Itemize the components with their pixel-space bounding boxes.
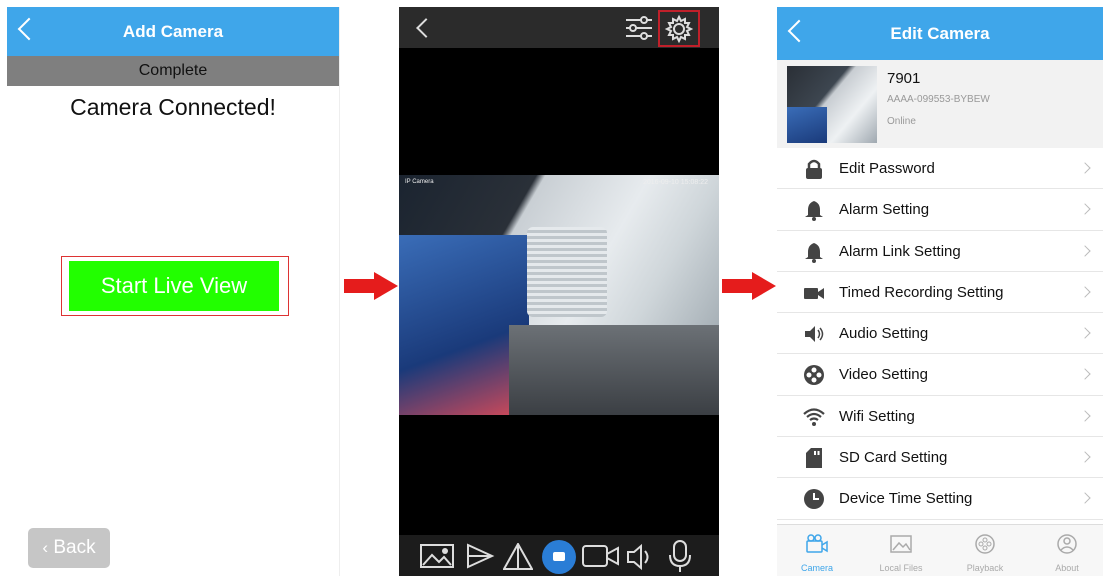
wifi-icon — [803, 408, 825, 426]
tab-about[interactable]: About — [1037, 525, 1097, 576]
snapshot-icon[interactable] — [542, 540, 576, 574]
camera-status: Online — [887, 116, 916, 127]
lock-icon — [806, 159, 822, 179]
chevron-right-icon — [1079, 368, 1091, 381]
chevron-right-icon — [1079, 162, 1091, 174]
menu-item-label: Wifi Setting — [839, 407, 915, 425]
menu-item-label: Alarm Setting — [839, 201, 930, 219]
bottom-tab-bar: Camera Local Files Playback About — [777, 524, 1103, 576]
tab-label: Playback — [966, 563, 1004, 573]
back-button[interactable]: ‹ Back — [28, 528, 110, 568]
menu-item-device-time-setting[interactable]: Device Time Setting — [777, 478, 1103, 520]
tab-local-files[interactable]: Local Files — [871, 525, 931, 576]
menu-item-label: Device Time Setting — [839, 490, 973, 508]
chevron-right-icon — [1079, 410, 1091, 422]
tab-label: Local Files — [879, 563, 923, 573]
camera-thumbnail — [787, 66, 877, 143]
mirror-flip-icon[interactable] — [465, 543, 495, 569]
add-camera-screen: Add Camera Complete Camera Connected! St… — [7, 7, 340, 576]
menu-item-label: Video Setting — [839, 366, 928, 384]
menu-item-timed-recording-setting[interactable]: Timed Recording Setting — [777, 272, 1103, 314]
menu-item-label: Alarm Link Setting — [839, 242, 961, 260]
chevron-right-icon — [1079, 492, 1091, 505]
speaker-icon — [805, 326, 824, 343]
chevron-right-icon — [1079, 203, 1091, 215]
tab-label: About — [1055, 563, 1079, 573]
film-reel-icon — [804, 365, 824, 386]
page-title: Edit Camera — [890, 24, 990, 43]
header-bar: Add Camera — [7, 7, 339, 56]
film-reel-icon — [975, 534, 995, 554]
sd-card-icon — [806, 448, 822, 469]
settings-menu: Edit Password Alarm Setting Alarm Link S… — [777, 148, 1103, 520]
chevron-right-icon — [1079, 451, 1091, 463]
menu-item-wifi-setting[interactable]: Wifi Setting — [777, 396, 1103, 438]
camera-video-feed[interactable]: IP Camera 2016-09-10 15:08:22 — [399, 175, 719, 415]
menu-item-label: Edit Password — [839, 160, 935, 177]
header-bar: Edit Camera — [777, 7, 1103, 60]
flow-arrow-right-icon — [722, 272, 778, 300]
live-controls-bar — [399, 535, 719, 576]
flow-arrow-right-icon — [344, 272, 400, 300]
bell-icon — [805, 201, 823, 222]
menu-item-label: Timed Recording Setting — [839, 283, 1004, 301]
sliders-icon[interactable] — [624, 15, 654, 41]
microphone-icon[interactable] — [665, 539, 695, 573]
menu-item-video-setting[interactable]: Video Setting — [777, 354, 1103, 396]
camera-tab-icon — [806, 534, 828, 553]
chevron-left-icon: ‹ — [42, 538, 49, 557]
live-view-toolbar — [399, 7, 719, 48]
edit-camera-screen: Edit Camera 7901 AAAA-099553-BYBEW Onlin… — [777, 7, 1103, 576]
camera-info-card[interactable]: 7901 AAAA-099553-BYBEW Online — [777, 60, 1103, 148]
flip-icon[interactable] — [503, 543, 533, 571]
page-title: Add Camera — [122, 22, 224, 41]
menu-item-alarm-setting[interactable]: Alarm Setting — [777, 189, 1103, 231]
menu-item-edit-password[interactable]: Edit Password — [777, 148, 1103, 190]
record-icon[interactable] — [581, 543, 621, 569]
camera-name: 7901 — [887, 70, 921, 87]
back-chevron-icon[interactable] — [416, 18, 436, 38]
bell-icon — [805, 242, 823, 263]
clock-icon — [804, 489, 824, 510]
chevron-right-icon — [1079, 286, 1091, 298]
tab-label: Camera — [800, 563, 833, 573]
video-camera-icon — [804, 287, 824, 299]
image-icon — [890, 535, 912, 553]
camera-uid: AAAA-099553-BYBEW — [887, 94, 990, 105]
speaker-icon[interactable] — [625, 543, 655, 571]
menu-item-sd-card-setting[interactable]: SD Card Setting — [777, 437, 1103, 479]
tab-camera[interactable]: Camera — [787, 525, 847, 576]
start-live-view-button[interactable]: Start Live View — [69, 261, 279, 311]
connected-message: Camera Connected! — [70, 94, 276, 120]
status-bar: Complete — [7, 56, 339, 86]
osd-label: IP Camera — [405, 179, 434, 185]
live-view-screen: IP Camera 2016-09-10 15:08:22 — [399, 7, 719, 576]
menu-item-alarm-link-setting[interactable]: Alarm Link Setting — [777, 231, 1103, 272]
chevron-right-icon — [1079, 327, 1091, 339]
image-icon[interactable] — [419, 543, 455, 569]
menu-item-label: SD Card Setting — [839, 449, 948, 467]
person-icon — [1057, 534, 1077, 554]
gear-icon[interactable] — [664, 14, 694, 44]
tab-playback[interactable]: Playback — [955, 525, 1015, 576]
back-button-label: Back — [53, 537, 96, 558]
chevron-right-icon — [1079, 244, 1091, 257]
video-timestamp: 2016-09-10 15:08:22 — [643, 179, 708, 186]
menu-item-label: Audio Setting — [839, 325, 929, 343]
menu-item-audio-setting[interactable]: Audio Setting — [777, 313, 1103, 355]
